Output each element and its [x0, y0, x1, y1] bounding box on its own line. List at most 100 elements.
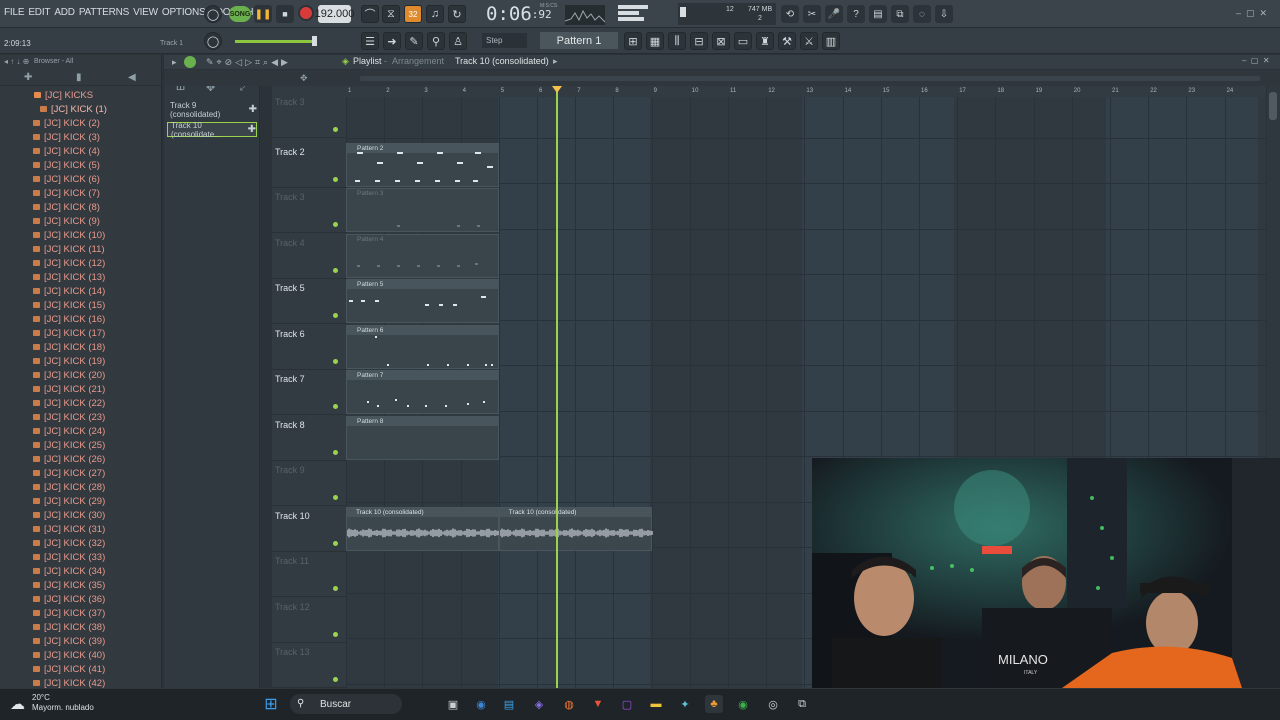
browser-speaker-icon[interactable]: ◀ [128, 72, 136, 83]
twitch-icon[interactable]: ▢ [618, 695, 636, 713]
plugin-picker-icon[interactable]: ⊟ [690, 32, 708, 50]
browser-item[interactable]: [JC] KICK (17) [0, 326, 162, 340]
browser-item[interactable]: [JC] KICK (33) [0, 550, 162, 564]
track-mute-led[interactable] [333, 404, 338, 409]
master-volume-slider[interactable] [235, 40, 315, 43]
browser-item[interactable]: [JC] KICK (19) [0, 354, 162, 368]
picker-add-icon[interactable]: ✚ [248, 124, 256, 135]
save-icon[interactable]: ▤ [869, 5, 887, 23]
playlist-tools-icons[interactable]: ✎⌖⊘◁▷⌗⌕◀▶ [206, 57, 291, 68]
browser-item[interactable]: [JC] KICK (29) [0, 494, 162, 508]
playhead[interactable] [556, 86, 559, 688]
browser-item[interactable]: [JC] KICK (42) [0, 676, 162, 688]
wait-input-icon[interactable]: ⧖ [382, 5, 400, 23]
countdown-button[interactable]: 32 [404, 5, 422, 23]
blend-notes-icon[interactable]: ♫ [426, 5, 444, 23]
folder-kicks[interactable]: [JC] KICKS [0, 88, 162, 102]
browser-item[interactable]: [JC] KICK (13) [0, 270, 162, 284]
browser-item[interactable]: [JC] KICK (32) [0, 536, 162, 550]
browser-item[interactable]: [JC] KICK (7) [0, 186, 162, 200]
pattern-clip[interactable]: Pattern 6 [346, 324, 499, 369]
folder-icon[interactable]: ▬ [647, 695, 665, 713]
fl-studio-icon[interactable]: ♣ [705, 695, 723, 713]
chrome-icon[interactable]: ◉ [472, 695, 490, 713]
browser-item[interactable]: [JC] KICK (28) [0, 480, 162, 494]
menu-patterns[interactable]: PATTERNS [79, 7, 129, 18]
firefox-icon[interactable]: ◍ [560, 695, 578, 713]
track-mute-led[interactable] [333, 176, 338, 182]
channel-rack-icon[interactable]: ⊞ [624, 32, 642, 50]
zoom-handle-icon[interactable]: ✥ [300, 73, 308, 84]
track-mute-led[interactable] [333, 631, 338, 637]
track-header[interactable]: Track 2 [272, 143, 346, 188]
track-header[interactable]: Track 13 [272, 643, 346, 688]
browser-item[interactable]: [JC] KICK (23) [0, 410, 162, 424]
playlist-window-controls[interactable]: – ▢ ✕ [1242, 56, 1270, 65]
browser-item[interactable]: [JC] KICK (5) [0, 158, 162, 172]
browser-item[interactable]: [JC] KICK (1) [0, 102, 162, 116]
window-controls[interactable]: – ▢ ✕ [1236, 8, 1267, 19]
snap-selector[interactable]: Step [482, 33, 527, 48]
browser-item[interactable]: [JC] KICK (41) [0, 662, 162, 676]
browser-item[interactable]: [JC] KICK (37) [0, 606, 162, 620]
picker-item-selected[interactable]: Track 10 (consolidate... ✚ [167, 121, 257, 139]
track-mute-led[interactable] [333, 127, 338, 132]
mixer-window-icon[interactable]: ⫼ [668, 32, 686, 50]
pattern-clip[interactable]: Pattern 4 [346, 233, 499, 278]
loop-record-icon[interactable]: ↻ [448, 5, 466, 23]
browser-item[interactable]: [JC] KICK (11) [0, 242, 162, 256]
timeline-ruler[interactable]: 1 2 3 4 5 6 7 8 9 10 11 12 13 14 15 16 17 18 19 20 21 22 23 24 [346, 86, 1266, 97]
picker-item[interactable]: Track 9 (consolidated) ✚ [167, 101, 257, 119]
browser-item[interactable]: [JC] KICK (26) [0, 452, 162, 466]
pattern-selector[interactable]: Pattern 1 [540, 32, 618, 49]
browser-item[interactable]: [JC] KICK (31) [0, 522, 162, 536]
pencil-tool-icon[interactable]: ✎ [405, 32, 423, 50]
record-button[interactable] [298, 5, 314, 21]
browser-window-icon[interactable]: ⊠ [712, 32, 730, 50]
browser-item[interactable]: [JC] KICK (27) [0, 466, 162, 480]
browser-item[interactable]: [JC] KICK (40) [0, 648, 162, 662]
menu-view[interactable]: VIEW [133, 7, 158, 18]
pattern-clip[interactable]: Pattern 7 [346, 370, 499, 414]
pattern-clip[interactable]: Pattern 2 [346, 142, 499, 187]
browser-item[interactable]: [JC] KICK (12) [0, 256, 162, 270]
menu-options[interactable]: OPTIONS [162, 7, 206, 18]
current-clip-arrow-icon[interactable]: ▸ [553, 56, 558, 67]
track-mute-led[interactable] [333, 586, 338, 591]
menu-file[interactable]: FILE [4, 7, 25, 18]
app-icon[interactable]: ✦ [676, 695, 694, 713]
plugin-icon[interactable]: ♜ [756, 32, 774, 50]
teams-icon[interactable]: ◈ [530, 695, 548, 713]
arrow-right-icon[interactable]: ➜ [383, 32, 401, 50]
browser-item[interactable]: [JC] KICK (15) [0, 298, 162, 312]
menu-add[interactable]: ADD [54, 7, 75, 18]
link-icon[interactable]: ⚲ [427, 32, 445, 50]
browser-item[interactable]: [JC] KICK (9) [0, 214, 162, 228]
track-header[interactable]: Track 11 [272, 552, 346, 597]
song-mode-button[interactable]: SONG [229, 6, 251, 22]
stop-button[interactable]: ■ [276, 5, 294, 23]
tools-icon[interactable]: ⚒ [778, 32, 796, 50]
windows-start-icon[interactable]: ⊞ [262, 695, 280, 713]
weather-widget[interactable]: 20°C Mayorm. nublado [32, 693, 94, 713]
track-header[interactable]: Track 9 [272, 461, 346, 506]
pattern-song-knob-icon[interactable]: ◯ [204, 5, 222, 23]
track-header[interactable]: Track 12 [272, 598, 346, 643]
browser-item[interactable]: [JC] KICK (16) [0, 312, 162, 326]
browser-item[interactable]: [JC] KICK (38) [0, 620, 162, 634]
track-mute-led[interactable] [333, 540, 338, 546]
project-icon[interactable]: ▭ [734, 32, 752, 50]
arrangement-name[interactable]: Arrangement [392, 56, 444, 66]
browser-item[interactable]: [JC] KICK (21) [0, 382, 162, 396]
task-view-icon[interactable]: ▣ [444, 695, 462, 713]
browser-item[interactable]: [JC] KICK (3) [0, 130, 162, 144]
keyboard-icon[interactable]: ▥ [822, 32, 840, 50]
browser-item[interactable]: [JC] KICK (6) [0, 172, 162, 186]
undo-history-icon[interactable]: ⟲ [781, 5, 799, 23]
store-icon[interactable]: ▤ [500, 695, 518, 713]
master-pitch-knob-icon[interactable]: ◯ [204, 32, 222, 50]
audio-clip[interactable]: Track 10 (consolidated) [346, 506, 500, 551]
track-mute-led[interactable] [333, 313, 338, 318]
browser-item[interactable]: [JC] KICK (20) [0, 368, 162, 382]
obs-icon[interactable]: ◎ [764, 695, 782, 713]
